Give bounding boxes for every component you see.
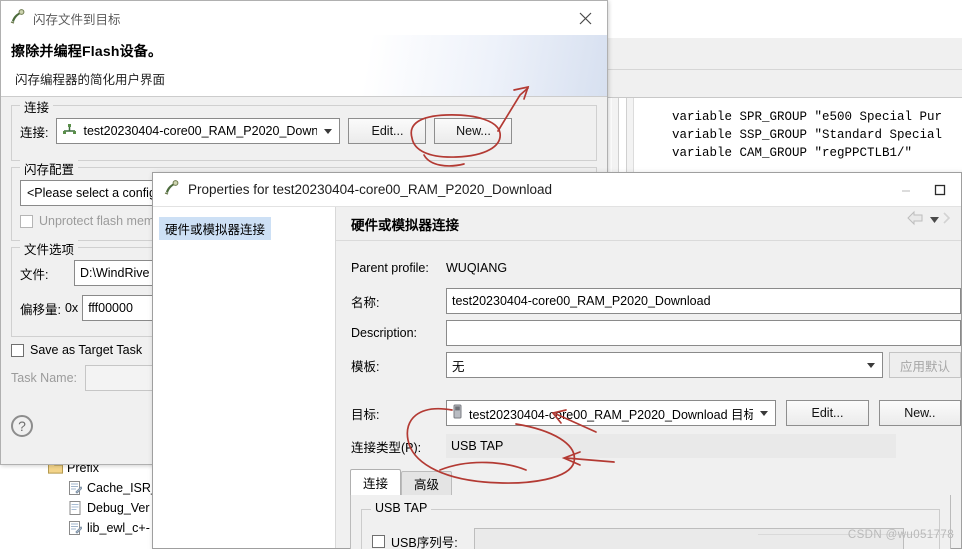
target-edit-button[interactable]: Edit... <box>786 400 869 426</box>
properties-tab-strip: 连接 高级 <box>336 469 961 495</box>
template-combo[interactable]: 无 <box>446 352 883 378</box>
unprotect-flash-checkbox[interactable] <box>20 214 33 228</box>
connection-edit-button[interactable]: Edit... <box>348 118 427 144</box>
back-arrow-icon[interactable] <box>906 210 926 229</box>
template-label: 模板: <box>351 359 380 374</box>
code-line-2: variable CAM_GROUP "regPPCTLB1/" <box>672 146 913 160</box>
help-icon[interactable]: ? <box>11 415 33 437</box>
properties-dialog-title: Properties for test20230404-core00_RAM_P… <box>188 182 552 197</box>
properties-form: Parent profile: WUQIANG 名称: test20230404… <box>336 241 961 461</box>
task-name-label: Task Name: <box>11 371 77 385</box>
target-device-icon <box>452 404 463 422</box>
source-file-icon-2 <box>68 520 83 536</box>
apply-default-button[interactable]: 应用默认 <box>889 352 961 378</box>
flash-dialog-banner: 擦除并编程Flash设备。 闪存编程器的简化用户界面 <box>1 35 607 97</box>
connection-label: 连接: <box>20 125 49 140</box>
text-file-icon <box>68 500 83 516</box>
close-icon[interactable] <box>563 1 607 35</box>
project-explorer-tree[interactable]: Prefix Cache_ISR_ Debug_Ver lib_ewl_c+- <box>0 455 160 549</box>
tree-label-lib-ewl: lib_ewl_c+- <box>87 521 150 535</box>
target-combo[interactable]: test20230404-core00_RAM_P2020_Download 目… <box>446 400 777 426</box>
tab-connection[interactable]: 连接 <box>350 469 402 495</box>
tree-label-debug-ver: Debug_Ver <box>87 501 150 515</box>
forward-arrow-icon[interactable] <box>943 210 953 229</box>
window-controls <box>889 173 957 207</box>
connection-type-label: 连接类型(P): <box>351 440 422 455</box>
connection-type-value: USB TAP <box>446 434 896 458</box>
back-dropdown-arrow-icon[interactable] <box>929 213 940 227</box>
name-label: 名称: <box>351 295 380 310</box>
source-file-icon <box>68 480 83 496</box>
maximize-button[interactable] <box>923 173 957 207</box>
description-label: Description: <box>351 326 417 340</box>
unprotect-flash-label: Unprotect flash mem <box>39 214 155 228</box>
usb-serial-label: USB序列号: <box>391 535 458 549</box>
flash-dialog-titlebar: 闪存文件到目标 <box>1 1 607 35</box>
target-label: 目标: <box>351 407 380 422</box>
tab-advanced[interactable]: 高级 <box>401 471 453 495</box>
save-as-target-task-label: Save as Target Task <box>30 343 143 357</box>
template-chevron-down-icon[interactable] <box>860 353 882 377</box>
flash-config-legend: 闪存配置 <box>20 159 79 178</box>
name-input[interactable]: test20230404-core00_RAM_P2020_Download <box>446 288 961 314</box>
parent-profile-value: WUQIANG <box>446 261 508 275</box>
properties-main-panel: 硬件或模拟器连接 Parent profile: WUQIANG 名称: tes… <box>336 207 961 549</box>
properties-titlebar: Properties for test20230404-core00_RAM_P… <box>153 173 961 207</box>
properties-dialog: Properties for test20230404-core00_RAM_P… <box>152 172 962 549</box>
save-as-target-task-checkbox[interactable] <box>11 343 24 357</box>
connection-group: 连接 连接: test20230404-core00_RAM_P2020_Dow… <box>11 97 597 161</box>
code-line-1: variable SSP_GROUP "Standard Special <box>672 128 943 142</box>
usb-tap-legend: USB TAP <box>371 501 432 515</box>
windriver-icon <box>9 8 26 28</box>
flash-dialog-subheading: 闪存编程器的简化用户界面 <box>15 73 166 87</box>
page-nav-arrows <box>906 210 953 229</box>
flash-dialog-title: 闪存文件到目标 <box>33 12 121 27</box>
flash-config-value: <Please select a config <box>27 186 156 200</box>
properties-page-header: 硬件或模拟器连接 <box>336 207 961 241</box>
usb-serial-input[interactable] <box>473 528 904 549</box>
code-line-0: variable SPR_GROUP "e500 Special Pur <box>672 110 943 124</box>
tree-item-lib-ewl[interactable]: lib_ewl_c+- <box>0 518 159 538</box>
flash-dialog-heading: 擦除并编程Flash设备。 <box>11 43 163 59</box>
offset-prefix: 0x <box>64 301 79 315</box>
nav-item-hardware-connection[interactable]: 硬件或模拟器连接 <box>159 217 272 240</box>
parent-profile-label: Parent profile: <box>351 261 429 275</box>
connection-combo[interactable]: test20230404-core00_RAM_P2020_Download <box>56 118 341 144</box>
minimize-button[interactable] <box>889 173 923 207</box>
target-new-button[interactable]: New.. <box>878 400 961 426</box>
file-label: 文件: <box>20 267 49 282</box>
target-value: test20230404-core00_RAM_P2020_Download 目… <box>469 407 756 422</box>
connection-new-button[interactable]: New... <box>434 118 513 144</box>
target-chevron-down-icon[interactable] <box>753 401 776 425</box>
description-input[interactable] <box>446 320 961 346</box>
task-name-input[interactable] <box>85 365 157 391</box>
tree-item-debug-ver[interactable]: Debug_Ver <box>0 498 159 518</box>
chevron-down-icon[interactable] <box>317 119 340 143</box>
usb-serial-checkbox[interactable] <box>372 534 385 548</box>
tree-label-cache-isr: Cache_ISR_ <box>87 481 158 495</box>
file-options-legend: 文件选项 <box>20 239 79 258</box>
watermark-text: CSDN @wu051778 <box>847 529 954 541</box>
tree-item-cache-isr[interactable]: Cache_ISR_ <box>0 478 159 498</box>
offset-label: 偏移量: <box>20 302 61 317</box>
screen-root: ¶ <box>0 0 962 549</box>
windriver-icon-2 <box>163 180 180 199</box>
connection-value: test20230404-core00_RAM_P2020_Download <box>83 124 340 138</box>
connection-icon <box>62 123 77 139</box>
template-value: 无 <box>452 359 465 374</box>
connection-group-legend: 连接 <box>20 97 54 116</box>
properties-nav-panel: 硬件或模拟器连接 <box>153 207 336 548</box>
page-heading-text: 硬件或模拟器连接 <box>351 217 459 233</box>
